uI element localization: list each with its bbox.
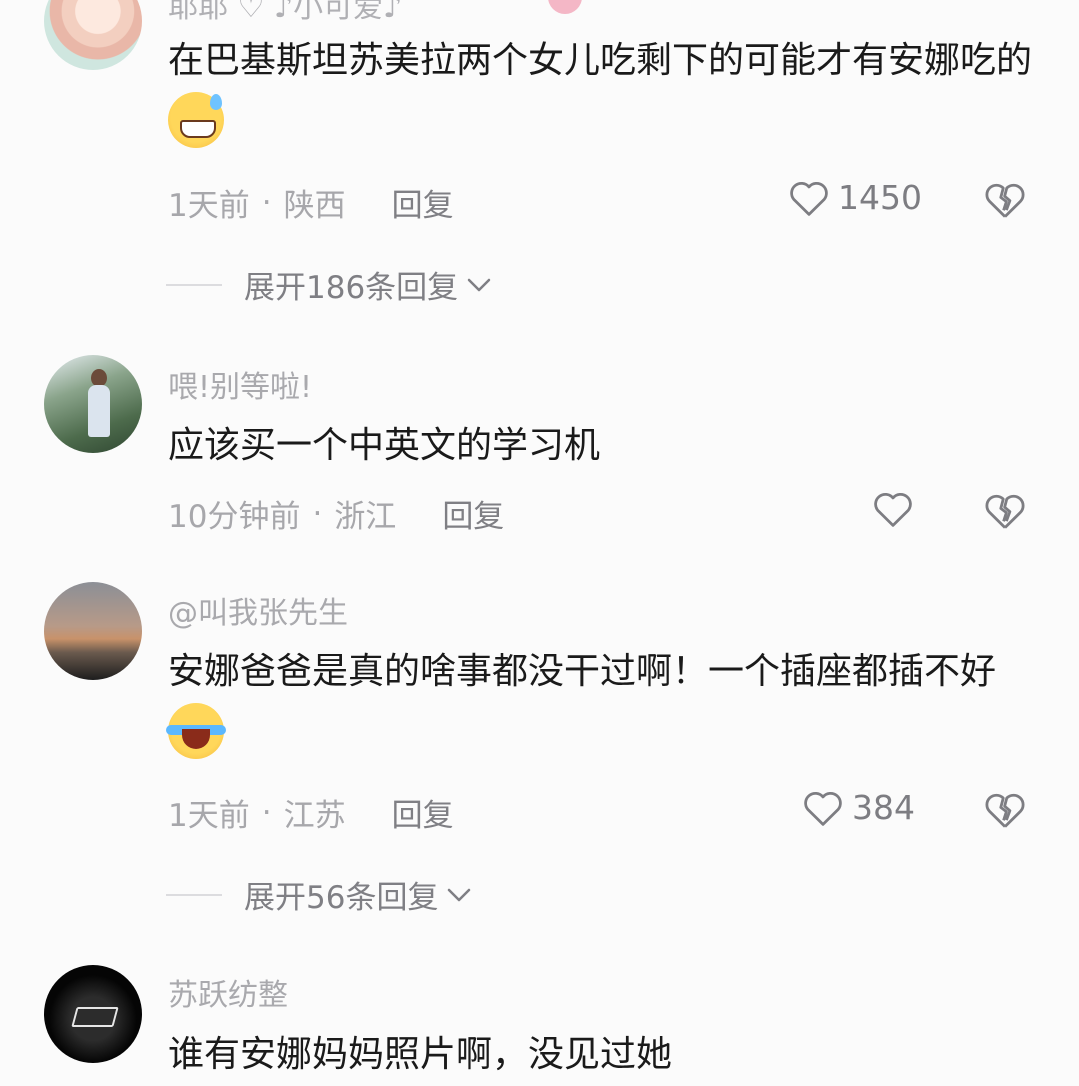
expand-replies-button[interactable]: 展开186条回复 [166,262,492,307]
username[interactable]: 苏跃纺整 [168,970,288,1014]
reply-button[interactable]: 回复 [392,180,454,225]
decoration-icon [548,0,582,14]
expand-replies-button[interactable]: 展开56条回复 [166,872,472,917]
comment-location: 浙江 [334,499,397,535]
separator: · [261,794,272,831]
comment-time: 1天前 [168,188,250,224]
facepalm-cry-emoji-icon [166,703,226,759]
reply-button[interactable]: 回复 [392,790,454,835]
avatar-logo-icon [71,1007,119,1027]
comment-text: 应该买一个中英文的学习机 [168,425,601,466]
username[interactable]: @叫我张先生 [168,588,348,632]
comment-text: 谁有安娜妈妈照片啊，没见过她 [168,1034,673,1075]
avatar[interactable] [44,0,142,70]
expand-replies-label: 展开186条回复 [244,270,459,306]
broken-heart-icon[interactable] [984,790,1026,830]
heart-outline-icon [790,181,828,216]
separator: · [261,184,272,221]
divider [166,283,222,286]
broken-heart-icon[interactable] [984,180,1026,220]
reply-button[interactable]: 回复 [442,491,504,536]
like-button[interactable]: 384 [802,788,915,827]
username[interactable]: 喂!别等啦! [168,362,312,406]
comment-text: 安娜爸爸是真的啥事都没干过啊！一个插座都插不好 [166,641,1038,765]
comment-time: 10分钟前 [168,499,301,535]
like-button[interactable] [872,490,914,528]
comment-location: 江苏 [283,798,346,834]
avatar[interactable] [44,355,142,453]
avatar[interactable] [44,965,142,1063]
grinning-sweat-emoji-icon [168,92,224,148]
chevron-down-icon [448,888,471,901]
comment-meta: 1天前 · 江苏 回复 [168,790,454,835]
divider [166,893,222,896]
heart-outline-icon [874,493,912,527]
comment-text: 在巴基斯坦苏美拉两个女儿吃剩下的可能才有安娜吃的 [168,30,1038,154]
comment-location: 陕西 [283,188,346,224]
broken-heart-icon[interactable] [984,491,1026,531]
avatar[interactable] [44,582,142,680]
username[interactable]: 耶耶 ♡ ♪小可爱♪ [168,0,402,26]
like-button[interactable]: 1450 [788,178,922,217]
like-count: 1450 [838,178,922,217]
separator: · [312,495,323,532]
comment-meta: 10分钟前 · 浙江 回复 [168,491,504,536]
chevron-down-icon [467,278,491,291]
comment-meta: 1天前 · 陕西 回复 [168,180,454,225]
heart-outline-icon [804,791,842,826]
like-count: 384 [852,788,915,827]
avatar-body [88,385,110,437]
comment-time: 1天前 [168,798,250,834]
expand-replies-label: 展开56条回复 [244,880,439,916]
